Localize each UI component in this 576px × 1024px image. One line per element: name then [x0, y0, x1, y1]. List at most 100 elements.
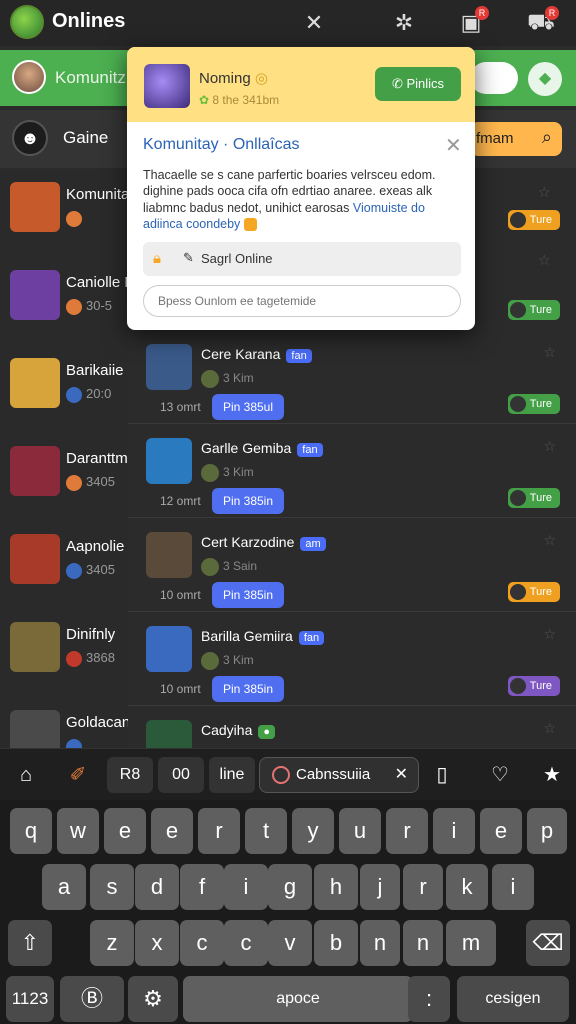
online-option[interactable]: 🔒︎ ✎ Sagrl Online	[143, 242, 461, 276]
cart-icon[interactable]: ⛟ R	[525, 6, 559, 38]
key[interactable]: r	[198, 808, 240, 854]
key[interactable]: e	[480, 808, 522, 854]
keyboard: q w e e r t y u r i e p a s d f i g h j …	[0, 800, 576, 1024]
mascot-icon[interactable]: ☻	[12, 120, 48, 156]
clipboard-icon[interactable]: ▯	[426, 759, 458, 791]
key[interactable]: z	[90, 920, 134, 966]
pin-button[interactable]: Pin 385in	[212, 488, 284, 514]
table-row[interactable]: Cere Karana fan 3 Kim 13 omrt Pin 385ul ☆…	[128, 330, 576, 424]
key[interactable]: i	[492, 864, 534, 910]
emoji-key[interactable]: Ⓑ	[60, 976, 124, 1022]
key[interactable]: u	[339, 808, 381, 854]
table-row[interactable]: Cert Karzodine am 3 Sain 10 omrt Pin 385i…	[128, 518, 576, 612]
key[interactable]: m	[446, 920, 496, 966]
settings-key[interactable]: ⚙	[128, 976, 178, 1022]
enter-key[interactable]: cesigen	[457, 976, 569, 1022]
game-meta: 3405	[66, 474, 115, 491]
status-pill[interactable]: Ture	[508, 488, 560, 508]
member-time: 13 omrt	[160, 400, 201, 414]
key[interactable]: c	[180, 920, 224, 966]
member-list: Cere Karana fan 3 Kim 13 omrt Pin 385ul ☆…	[128, 330, 576, 766]
shop-icon[interactable]: ▣ R	[455, 6, 489, 38]
bug-icon[interactable]: ✲	[388, 8, 420, 38]
status-pill[interactable]: Ture	[508, 300, 560, 320]
suggestion-chip[interactable]: Cabnssuiia ✕	[259, 757, 419, 793]
star-icon[interactable]: ☆	[538, 252, 551, 269]
key[interactable]: y	[292, 808, 334, 854]
punctuation-key[interactable]: :	[408, 976, 450, 1022]
pin-button[interactable]: Pin 385in	[212, 582, 284, 608]
star-icon[interactable]: ☆	[543, 626, 556, 643]
key[interactable]: j	[360, 864, 400, 910]
key[interactable]: k	[446, 864, 488, 910]
pin-button[interactable]: Pin 385ul	[212, 394, 284, 420]
key[interactable]: e	[104, 808, 146, 854]
home-icon[interactable]: ⌂	[10, 759, 42, 791]
pin-button[interactable]: Pin 385in	[212, 676, 284, 702]
key[interactable]: c	[224, 920, 268, 966]
whatsapp-button[interactable]: ✆ Pinlics	[375, 67, 461, 101]
star-icon[interactable]: ☆	[543, 720, 556, 737]
key[interactable]: i	[433, 808, 475, 854]
key[interactable]: r	[386, 808, 428, 854]
key[interactable]: f	[180, 864, 224, 910]
app-screen: Onlines ✕ ✲ ▣ R ⛟ R Komunitz ◆ ☻ Gaine fma…	[0, 0, 576, 1024]
avatar[interactable]	[12, 60, 46, 94]
popup-header: Noming ◎ ✿ 8 the 341bm ✆ Pinlics	[127, 47, 475, 122]
search-button[interactable]: fmam ⌕	[470, 122, 562, 156]
games-title: Gaine	[63, 128, 109, 147]
key[interactable]: p	[527, 808, 567, 854]
star-icon[interactable]: ☆	[543, 532, 556, 549]
member-name: Cere Karana fan	[201, 346, 312, 363]
brush-icon[interactable]: ✐	[62, 759, 94, 791]
list-item[interactable]: Aapnolie 3405	[0, 522, 128, 610]
key[interactable]: q	[10, 808, 52, 854]
list-item[interactable]: Komunita	[0, 170, 128, 258]
key[interactable]: r	[403, 864, 443, 910]
space-key[interactable]: apoce	[183, 976, 413, 1022]
key[interactable]: g	[268, 864, 312, 910]
status-icon	[66, 562, 82, 579]
star-icon[interactable]: ☆	[538, 184, 551, 201]
status-icon	[66, 298, 82, 315]
numbers-key[interactable]: 1123	[6, 976, 54, 1022]
location-icon[interactable]: ♡	[484, 759, 516, 791]
list-item[interactable]: Caniolle N 30-5	[0, 258, 128, 346]
key[interactable]: v	[268, 920, 312, 966]
backspace-key[interactable]: ⌫	[526, 920, 570, 966]
status-pill[interactable]: Ture	[508, 210, 560, 230]
list-item[interactable]: Barikaiie 20:0	[0, 346, 128, 434]
status-pill[interactable]: Ture	[508, 394, 560, 414]
close-icon[interactable]: ✕	[445, 133, 462, 158]
close-icon[interactable]: ✕	[395, 758, 408, 792]
key[interactable]: w	[57, 808, 99, 854]
star-icon[interactable]: ☆	[543, 344, 556, 361]
toolbar-key[interactable]: R8	[107, 757, 153, 793]
key[interactable]: i	[224, 864, 268, 910]
key[interactable]: a	[42, 864, 86, 910]
toolbar-key[interactable]: 00	[158, 757, 204, 793]
key[interactable]: n	[403, 920, 443, 966]
key[interactable]: t	[245, 808, 287, 854]
key[interactable]: n	[360, 920, 400, 966]
key[interactable]: h	[314, 864, 358, 910]
star-icon[interactable]: ★	[536, 759, 568, 791]
key[interactable]: d	[135, 864, 179, 910]
search-field[interactable]	[470, 62, 518, 94]
chat-icon[interactable]: ◆	[528, 62, 562, 96]
list-item[interactable]: Dinifnly 3868	[0, 610, 128, 698]
shift-key[interactable]: ⇧	[8, 920, 52, 966]
table-row[interactable]: Garlle Gemiba fan 3 Kim 12 omrt Pin 385in…	[128, 424, 576, 518]
toolbar-key[interactable]: line	[209, 757, 255, 793]
table-row[interactable]: Barilla Gemiira fan 3 Kim 10 omrt Pin 385…	[128, 612, 576, 706]
list-item[interactable]: Daranttm 3405	[0, 434, 128, 522]
star-icon[interactable]: ☆	[543, 438, 556, 455]
status-pill[interactable]: Ture	[508, 676, 560, 696]
message-input[interactable]	[143, 285, 461, 317]
key[interactable]: s	[90, 864, 134, 910]
key[interactable]: b	[314, 920, 358, 966]
close-icon[interactable]: ✕	[298, 8, 330, 38]
status-pill[interactable]: Ture	[508, 582, 560, 602]
key[interactable]: e	[151, 808, 193, 854]
key[interactable]: x	[135, 920, 179, 966]
